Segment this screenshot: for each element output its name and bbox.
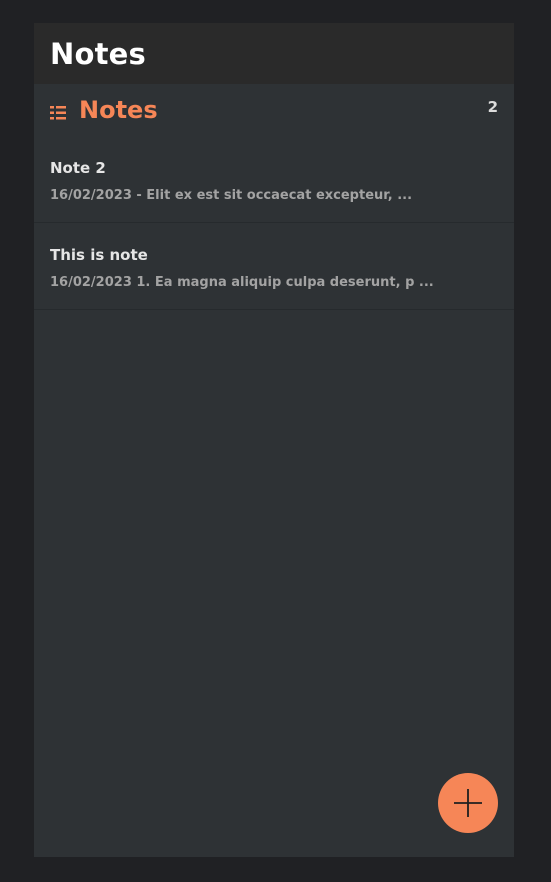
note-preview: 16/02/2023 1. Ea magna aliquip culpa des…	[50, 275, 434, 290]
note-title: Note 2	[50, 159, 106, 177]
list-item[interactable]: Note 2 16/02/2023 - Elit ex est sit occa…	[34, 136, 514, 223]
notes-app: Notes Notes 2 Note 2 16/02/2023 - Elit e…	[34, 23, 514, 857]
list-icon	[50, 105, 66, 120]
app-header: Notes	[34, 23, 514, 84]
notes-count: 2	[487, 98, 498, 116]
plus-icon	[452, 787, 484, 819]
app-title: Notes	[50, 36, 146, 71]
note-preview: 16/02/2023 - Elit ex est sit occaecat ex…	[50, 188, 413, 203]
note-title: This is note	[50, 246, 148, 264]
list-item[interactable]: This is note 16/02/2023 1. Ea magna aliq…	[34, 223, 514, 310]
notes-list-header: Notes 2	[34, 84, 514, 136]
section-title: Notes	[79, 96, 158, 124]
add-note-button[interactable]	[438, 773, 498, 833]
note-list: Note 2 16/02/2023 - Elit ex est sit occa…	[34, 136, 514, 310]
